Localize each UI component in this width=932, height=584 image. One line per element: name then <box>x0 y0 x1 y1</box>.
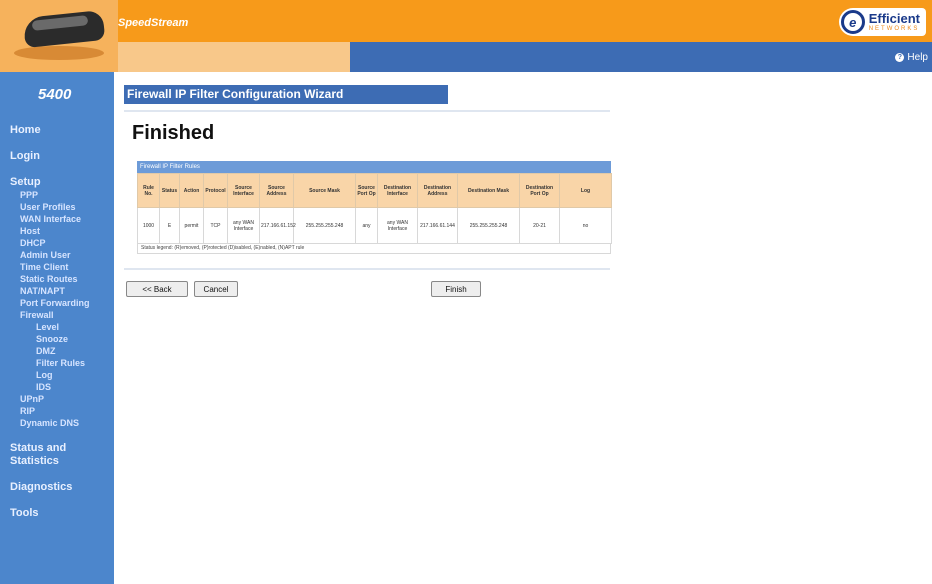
sidebar-item-diagnostics[interactable]: Diagnostics <box>0 481 114 494</box>
column-header: Destination Address <box>417 173 458 208</box>
help-link[interactable]: ? Help <box>895 52 928 63</box>
table-body: 1000 Epermit TCP any WAN Interface 217.166.6… <box>137 207 612 244</box>
sidebar-item-status-and-statistics[interactable]: Status and Statistics <box>0 442 70 468</box>
sidebar-item-ppp[interactable]: PPP <box>0 189 114 201</box>
column-header: Rule No. <box>137 173 160 208</box>
cancel-button[interactable]: Cancel <box>194 281 238 297</box>
table-cell: 255.255.255.248 <box>457 207 520 244</box>
divider <box>124 110 610 112</box>
efficient-networks-logo: e Efficient NETWORKS <box>838 8 926 36</box>
column-header: Destination Interface <box>377 173 418 208</box>
logo-subtext: NETWORKS <box>868 26 920 32</box>
sidebar-item-ids[interactable]: IDS <box>0 381 114 393</box>
filter-rules-table-panel: Firewall IP Filter Rules Rule No. Status A… <box>137 161 612 254</box>
table-caption: Firewall IP Filter Rules <box>137 161 611 173</box>
table-cell: 1000 <box>137 207 160 244</box>
sidebar-item-upnp[interactable]: UPnP <box>0 393 114 405</box>
divider <box>124 268 610 270</box>
table-row: 1000 Epermit TCP any WAN Interface 217.166.6… <box>137 207 612 244</box>
column-header: Log <box>559 173 612 208</box>
column-header: Protocol <box>203 173 228 208</box>
sidebar-item-dhcp[interactable]: DHCP <box>0 237 114 249</box>
table-header-row: Rule No. Status Action Protocol Source Inter… <box>137 173 612 208</box>
sidebar-item-static-routes[interactable]: Static Routes <box>0 273 114 285</box>
help-label: Help <box>907 52 928 63</box>
model-number: 5400 <box>38 86 72 103</box>
sidebar-nav: Home Login Setup PPP User Profiles WAN Interf… <box>0 124 114 520</box>
top-header-bar: SpeedStream e Efficient NETWORKS <box>0 0 932 72</box>
column-header: Destination Mask <box>457 173 520 208</box>
header-band: ? Help <box>118 42 932 72</box>
table-cell: 217.166.61.152 <box>259 207 296 244</box>
sidebar-item-port-forwarding[interactable]: Port Forwarding <box>0 297 114 309</box>
column-header: Source Mask <box>293 173 356 208</box>
sidebar-item-time-client[interactable]: Time Client <box>0 261 114 273</box>
table-cell: permit <box>179 207 204 244</box>
column-header: Destination Port Op <box>519 173 560 208</box>
sidebar-item-home[interactable]: Home <box>0 124 114 137</box>
router-device-image <box>0 0 118 72</box>
page-heading: Finished <box>132 122 215 144</box>
table-cell: 217.166.61.144 <box>417 207 458 244</box>
sidebar-item-snooze[interactable]: Snooze <box>0 333 114 345</box>
sidebar-item-user-profiles[interactable]: User Profiles <box>0 201 114 213</box>
column-header: Status <box>159 173 180 208</box>
sidebar-item-log[interactable]: Log <box>0 369 114 381</box>
column-header: Source Interface <box>227 173 260 208</box>
sidebar-item-setup[interactable]: Setup <box>0 176 114 189</box>
wizard-title: Firewall IP Filter Configuration Wizard <box>124 85 448 104</box>
sidebar-item-level[interactable]: Level <box>0 321 114 333</box>
help-icon: ? <box>895 53 905 62</box>
status-legend: Status legend: (R)emoved, (P)rotected (D… <box>137 244 611 254</box>
filter-rules-table: Rule No. Status Action Protocol Source Inter… <box>137 173 612 244</box>
sidebar-item-tools[interactable]: Tools <box>0 507 114 520</box>
sidebar-item-filter-rules[interactable]: Filter Rules <box>0 357 114 369</box>
header-band-orange <box>118 42 350 72</box>
table-cell: any WAN Interface <box>227 207 260 244</box>
table-cell: E <box>159 207 180 244</box>
header-band-blue: ? Help <box>350 42 932 72</box>
column-header: Source Address <box>259 173 294 208</box>
column-header: Action <box>179 173 204 208</box>
table-cell: 255.255.255.248 <box>293 207 356 244</box>
logo-text: Efficient <box>868 11 920 26</box>
sidebar-item-rip[interactable]: RIP <box>0 405 114 417</box>
sidebar-item-dynamic-dns[interactable]: Dynamic DNS <box>0 417 114 429</box>
table-cell: no <box>559 207 612 244</box>
table-cell: 20-21 <box>519 207 560 244</box>
sidebar: 5400 Home Login Setup PPP User Profiles WAN I… <box>0 72 114 584</box>
table-cell: any <box>355 207 378 244</box>
sidebar-item-login[interactable]: Login <box>0 150 114 163</box>
sidebar-item-host[interactable]: Host <box>0 225 114 237</box>
sidebar-item-dmz[interactable]: DMZ <box>0 345 114 357</box>
sidebar-item-admin-user[interactable]: Admin User <box>0 249 114 261</box>
column-header: Source Port Op <box>355 173 378 208</box>
sidebar-item-firewall[interactable]: Firewall <box>0 309 114 321</box>
main-content: Firewall IP Filter Configuration Wizard … <box>120 72 932 584</box>
back-button[interactable]: << Back <box>126 281 188 297</box>
table-cell: any WAN Interface <box>377 207 418 244</box>
sidebar-item-nat-napt[interactable]: NAT/NAPT <box>0 285 114 297</box>
logo-e-icon: e <box>840 10 865 34</box>
brand-name: SpeedStream <box>118 17 189 29</box>
sidebar-item-wan-interface[interactable]: WAN Interface <box>0 213 114 225</box>
finish-button[interactable]: Finish <box>431 281 481 297</box>
table-cell: TCP <box>203 207 228 244</box>
